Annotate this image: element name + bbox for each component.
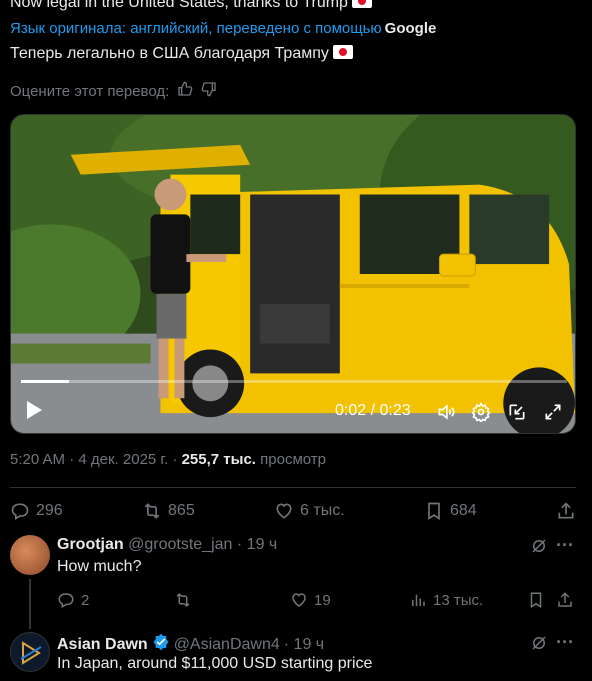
rate-translation: Оцените этот перевод:	[10, 81, 217, 101]
duration: 0:23	[379, 402, 411, 419]
reply-icon	[58, 593, 74, 609]
reply-button[interactable]: 296	[10, 501, 63, 521]
repost-button[interactable]	[174, 591, 192, 609]
reply-text: In Japan, around $11,000 USD starting pr…	[57, 655, 373, 672]
avatar[interactable]	[10, 632, 50, 672]
avatar-logo	[20, 641, 42, 665]
translated-tweet-text: Теперь легально в США благодаря Трампу	[10, 45, 353, 63]
verified-badge-icon	[152, 633, 170, 656]
google-logo: Google	[384, 20, 437, 37]
view-count-label: просмотр	[260, 451, 326, 468]
video-progress-fill	[21, 380, 69, 383]
like-button[interactable]: 6 тыс.	[274, 501, 345, 521]
views-button[interactable]: 13 тыс.	[409, 591, 483, 609]
view-count: 13 тыс.	[433, 591, 484, 609]
post-date[interactable]: 4 дек. 2025 г.	[78, 451, 168, 468]
bookmark-button[interactable]: 684	[424, 501, 477, 521]
post-time[interactable]: 5:20 AM	[10, 451, 65, 468]
like-button[interactable]: 19	[290, 591, 331, 609]
divider	[10, 487, 576, 488]
video-frame	[11, 115, 575, 433]
video-player[interactable]: 0:02 / 0:23	[10, 114, 576, 434]
views-chart-icon	[412, 594, 425, 606]
reply-actions: 2 19 13 тыс.	[57, 589, 576, 611]
reply-author-name[interactable]: Asian Dawn	[57, 636, 148, 654]
video-progress-bar[interactable]	[21, 380, 567, 383]
reply-text: How much?	[57, 558, 142, 575]
thumbs-down-icon[interactable]	[201, 81, 217, 101]
original-tweet-text: Now legal in the United States, thanks t…	[10, 0, 372, 12]
repost-icon	[176, 592, 190, 608]
bookmark-icon[interactable]	[527, 591, 545, 609]
fullscreen-icon[interactable]	[543, 402, 563, 427]
repost-icon	[144, 503, 160, 519]
bookmark-count: 684	[449, 502, 477, 519]
heart-icon	[276, 503, 292, 519]
avatar[interactable]	[10, 535, 50, 575]
picture-in-picture-icon[interactable]	[507, 402, 527, 427]
view-count: 255,7 тыс.	[181, 451, 256, 468]
thread-line	[29, 579, 31, 629]
more-options-icon[interactable]: ···	[556, 632, 574, 653]
play-icon[interactable]	[25, 400, 43, 425]
reply-icon	[11, 503, 29, 520]
more-options-icon[interactable]: ···	[556, 535, 574, 556]
video-time: 0:02 / 0:23	[335, 402, 411, 419]
repost-count: 865	[168, 502, 195, 519]
grok-icon[interactable]	[530, 537, 548, 555]
heart-icon	[292, 593, 306, 607]
post-meta: 5:20 AM · 4 дек. 2025 г. · 255,7 тыс. пр…	[10, 451, 326, 468]
japan-flag-emoji	[351, 0, 372, 8]
reply-button[interactable]: 2	[57, 591, 89, 609]
grok-icon[interactable]	[530, 634, 548, 652]
repost-button[interactable]: 865	[142, 501, 195, 521]
reply-header: Grootjan @grootste_jan · 19 ч	[57, 536, 277, 554]
reply-age[interactable]: · 19 ч	[237, 536, 277, 553]
share-icon	[558, 502, 574, 519]
like-count: 6 тыс.	[300, 502, 345, 519]
reply-header: Asian Dawn @AsianDawn4 · 19 ч	[57, 633, 324, 656]
share-button[interactable]	[556, 501, 576, 521]
reply-author-name[interactable]: Grootjan	[57, 536, 124, 553]
reply-author-handle[interactable]: @grootste_jan	[128, 536, 232, 553]
japan-flag-emoji	[332, 45, 353, 59]
reply-author-handle[interactable]: @AsianDawn4	[174, 636, 280, 654]
translation-attribution[interactable]: Язык оригинала: английский, переведено с…	[10, 20, 436, 37]
reply-age[interactable]: · 19 ч	[284, 636, 324, 654]
volume-icon[interactable]	[436, 402, 456, 427]
reply-count: 2	[81, 591, 90, 609]
like-count: 19	[314, 591, 331, 609]
bookmark-icon	[428, 502, 440, 521]
current-time: 0:02	[335, 402, 367, 419]
reply-count: 296	[36, 502, 63, 519]
post-actions: 296 865 6 тыс. 684	[10, 497, 576, 525]
rate-translation-label: Оцените этот перевод:	[10, 82, 170, 100]
thumbs-up-icon[interactable]	[177, 81, 193, 101]
share-icon[interactable]	[556, 591, 574, 609]
settings-gear-icon[interactable]	[471, 402, 491, 427]
